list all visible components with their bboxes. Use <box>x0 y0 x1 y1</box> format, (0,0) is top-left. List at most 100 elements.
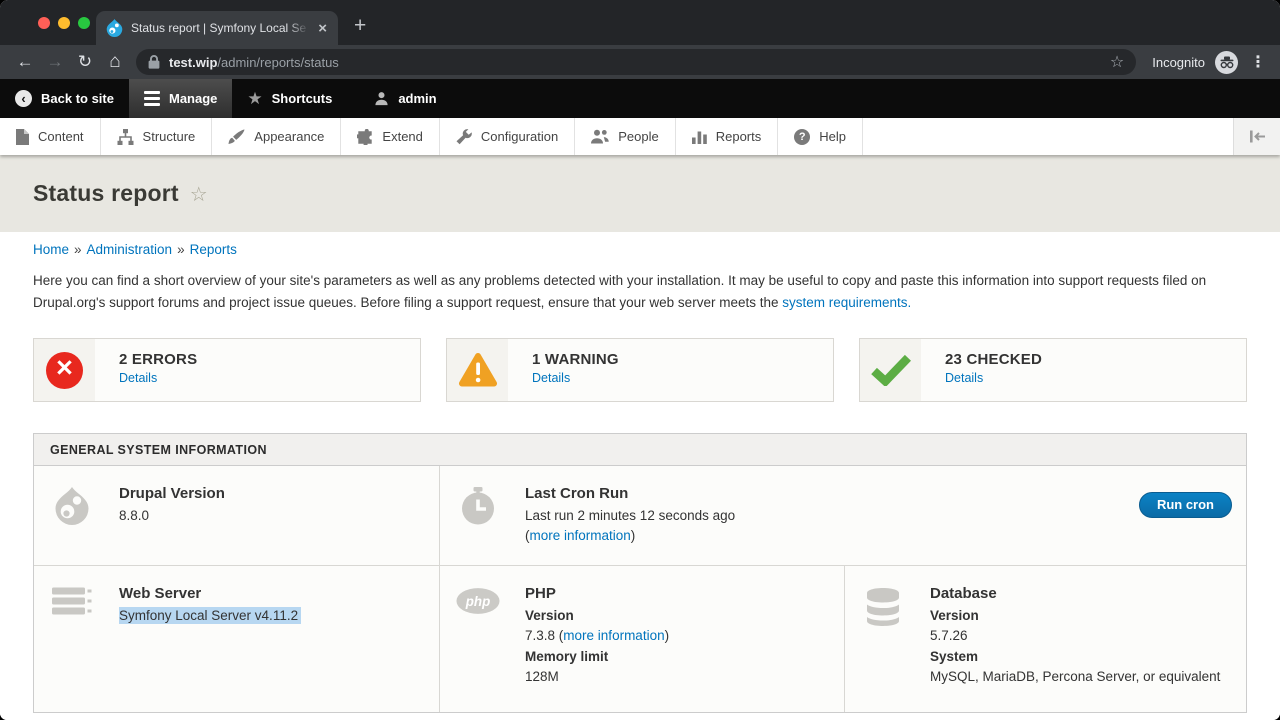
menu-item-structure[interactable]: Structure <box>101 118 213 155</box>
incognito-icon <box>1215 51 1238 74</box>
database-system-label: System <box>930 647 1220 667</box>
drupal-favicon <box>106 19 123 37</box>
admin-user-label: admin <box>398 91 436 106</box>
php-version-value: 7.3.8 <box>525 628 555 643</box>
warnings-count: 1 WARNING <box>532 351 619 368</box>
minimize-window-button[interactable] <box>58 17 70 29</box>
breadcrumb-reports[interactable]: Reports <box>190 242 237 257</box>
menu-item-content[interactable]: Content <box>0 118 101 155</box>
menu-item-reports[interactable]: Reports <box>676 118 779 155</box>
checked-count: 23 CHECKED <box>945 351 1042 368</box>
back-to-site-icon: ‹ <box>15 90 32 107</box>
web-server-title: Web Server <box>119 585 301 602</box>
forward-icon[interactable]: → <box>40 52 70 72</box>
cron-more-information-link[interactable]: more information <box>530 528 631 543</box>
php-version-label: Version <box>525 606 669 626</box>
drupal-version-cell: Drupal Version 8.8.0 <box>34 466 440 565</box>
reload-icon[interactable]: ↻ <box>70 52 100 72</box>
back-to-site-button[interactable]: ‹ Back to site <box>0 79 129 118</box>
page-header: Status report ☆ <box>0 155 1280 232</box>
check-icon <box>870 354 912 386</box>
last-cron-run-title: Last Cron Run <box>525 485 735 502</box>
browser-window: Status report | Symfony Local Se × + ← →… <box>0 0 1280 720</box>
favorite-star-icon[interactable]: ☆ <box>190 180 208 207</box>
bar-chart-icon <box>692 129 707 144</box>
manage-label: Manage <box>169 91 217 106</box>
database-icon <box>865 587 901 627</box>
warnings-card: 1 WARNING Details <box>446 338 834 402</box>
php-more-information-link[interactable]: more information <box>563 628 664 643</box>
url-input[interactable]: test.wip /admin/reports/status ☆ <box>136 49 1136 75</box>
admin-user-tab[interactable]: admin <box>359 79 451 118</box>
close-window-button[interactable] <box>38 17 50 29</box>
shortcuts-tab[interactable]: ★ Shortcuts <box>232 79 347 118</box>
back-to-site-label: Back to site <box>41 91 114 106</box>
tab-close-icon[interactable]: × <box>315 20 330 37</box>
user-icon <box>374 91 389 106</box>
database-version-value: 5.7.26 <box>930 626 1220 646</box>
tab-strip: Status report | Symfony Local Se × + <box>0 0 1280 45</box>
drupal-version-title: Drupal Version <box>119 485 225 502</box>
drupal-version-value: 8.8.0 <box>119 506 225 526</box>
breadcrumb: Home»Administration»Reports <box>33 242 1247 257</box>
menu-item-extend[interactable]: Extend <box>341 118 439 155</box>
shortcuts-star-icon: ★ <box>247 90 262 107</box>
last-cron-run-cell: Last Cron Run Last run 2 minutes 12 seco… <box>440 466 1246 565</box>
checked-card: 23 CHECKED Details <box>859 338 1247 402</box>
incognito-label: Incognito <box>1152 55 1205 70</box>
error-icon: × <box>46 352 83 389</box>
database-system-value: MySQL, MariaDB, Percona Server, or equiv… <box>930 667 1220 687</box>
menu-item-appearance[interactable]: Appearance <box>212 118 341 155</box>
manage-icon <box>144 91 160 106</box>
run-cron-button[interactable]: Run cron <box>1139 492 1232 518</box>
breadcrumb-home[interactable]: Home <box>33 242 69 257</box>
warning-icon <box>458 352 498 388</box>
general-system-information-section: GENERAL SYSTEM INFORMATION Drupal Versio… <box>33 433 1247 713</box>
bookmark-star-icon[interactable]: ☆ <box>1110 52 1124 72</box>
shortcuts-label: Shortcuts <box>272 91 333 106</box>
checked-details-link[interactable]: Details <box>945 371 983 385</box>
people-icon <box>591 129 609 144</box>
document-icon <box>16 129 29 145</box>
paintbrush-icon <box>228 129 245 145</box>
php-title: PHP <box>525 585 669 602</box>
lock-icon[interactable] <box>148 55 160 69</box>
errors-details-link[interactable]: Details <box>119 371 157 385</box>
window-controls <box>0 0 96 45</box>
back-icon[interactable]: ← <box>10 52 40 72</box>
errors-card: × 2 ERRORS Details <box>33 338 421 402</box>
errors-count: 2 ERRORS <box>119 351 197 368</box>
php-cell: php PHP Version 7.3.8 (more information)… <box>440 566 845 712</box>
menu-item-configuration[interactable]: Configuration <box>440 118 575 155</box>
home-icon[interactable]: ⌂ <box>100 51 130 73</box>
address-bar: ← → ↻ ⌂ test.wip /admin/reports/status ☆… <box>0 45 1280 79</box>
breadcrumb-administration[interactable]: Administration <box>87 242 173 257</box>
php-logo-icon: php <box>456 587 500 615</box>
web-server-value: Symfony Local Server v4.11.2 <box>119 607 301 624</box>
help-icon: ? <box>794 129 810 145</box>
web-server-cell: Web Server Symfony Local Server v4.11.2 <box>34 566 440 712</box>
database-title: Database <box>930 585 1220 602</box>
cron-status: Last run 2 minutes 12 seconds ago <box>525 506 735 526</box>
collapse-left-icon <box>1249 130 1266 143</box>
server-icon <box>52 587 92 615</box>
tab-title: Status report | Symfony Local Se <box>131 21 313 35</box>
system-requirements-link[interactable]: system requirements. <box>782 295 911 310</box>
warnings-details-link[interactable]: Details <box>532 371 570 385</box>
cron-clock-icon <box>460 487 496 525</box>
new-tab-button[interactable]: + <box>354 2 366 38</box>
wrench-icon <box>456 129 472 145</box>
browser-tab[interactable]: Status report | Symfony Local Se × <box>96 11 338 45</box>
menu-item-people[interactable]: People <box>575 118 675 155</box>
manage-tab[interactable]: Manage <box>129 79 232 118</box>
database-cell: Database Version 5.7.26 System MySQL, Ma… <box>845 566 1246 712</box>
menu-item-help[interactable]: ? Help <box>778 118 863 155</box>
admin-menu-bar: Content Structure Appearance Extend <box>0 118 1280 155</box>
toolbar-collapse-button[interactable] <box>1233 118 1280 155</box>
page-title: Status report <box>33 180 179 207</box>
maximize-window-button[interactable] <box>78 17 90 29</box>
drupal-admin-toolbar: ‹ Back to site Manage ★ Shortcuts admin <box>0 79 1280 118</box>
browser-menu-icon[interactable]: ⋮ <box>1250 52 1266 72</box>
database-version-label: Version <box>930 606 1220 626</box>
svg-text:php: php <box>465 594 491 609</box>
